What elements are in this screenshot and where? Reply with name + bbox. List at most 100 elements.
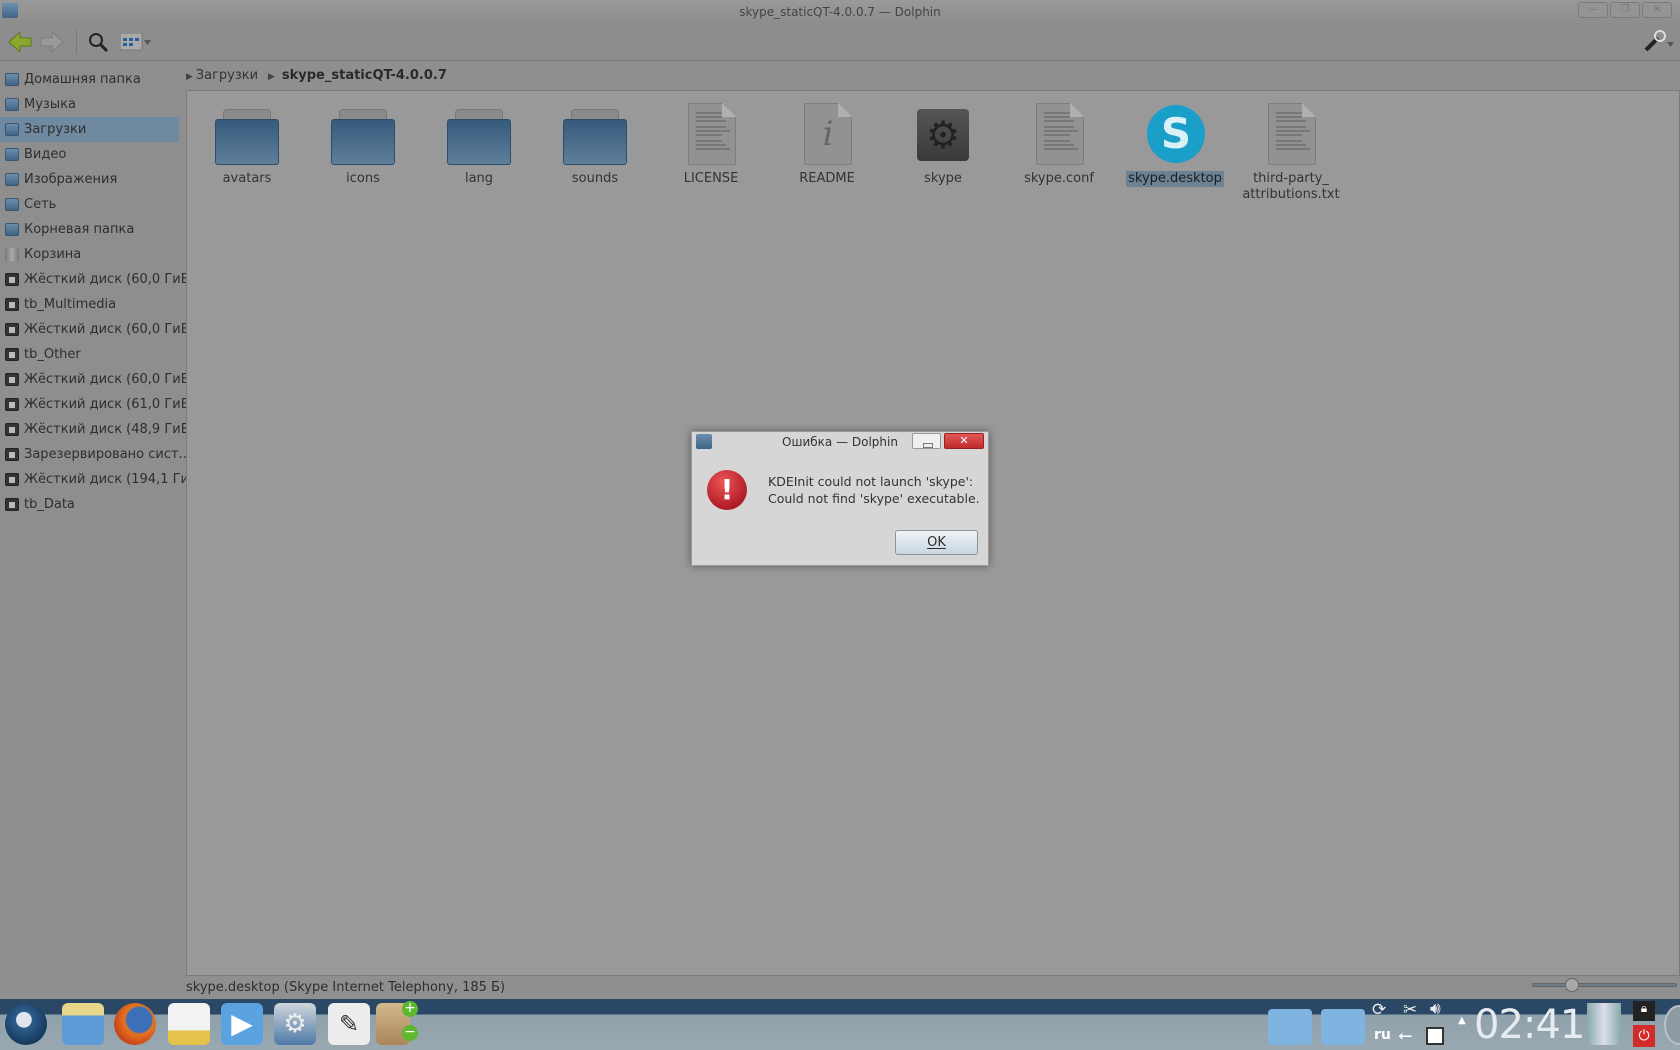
- dialog-title: Ошибка — Dolphin: [782, 435, 898, 449]
- mail-launcher-icon[interactable]: [168, 1003, 210, 1045]
- panel-toolbox-icon[interactable]: [1664, 1005, 1680, 1045]
- file-name: LICENSE: [683, 171, 739, 186]
- folder-icon: [561, 101, 629, 169]
- back-arrow-icon[interactable]: [8, 31, 32, 53]
- drive-icon: [5, 423, 19, 436]
- file-item[interactable]: third-party_ attributions.txt: [1236, 101, 1346, 203]
- sidebar-item[interactable]: Видео: [0, 142, 179, 167]
- status-bar: skype.desktop (Skype Internet Telephony,…: [186, 977, 1680, 999]
- sidebar-item-label: Домашняя папка: [24, 72, 141, 87]
- file-item[interactable]: ⚙ skype: [888, 101, 998, 187]
- network-folder-icon: [5, 198, 19, 211]
- file-item[interactable]: Sskype.desktop: [1120, 101, 1230, 187]
- skype-icon: S: [1141, 101, 1209, 169]
- file-item[interactable]: i README: [772, 101, 882, 187]
- file-item[interactable]: avatars: [192, 101, 302, 187]
- sidebar-item[interactable]: Жёсткий диск (60,0 ГиБ): [0, 267, 195, 292]
- lock-screen-icon[interactable]: 🔒︎: [1633, 1001, 1655, 1021]
- downloads-folder-icon[interactable]: [1321, 1009, 1365, 1045]
- zoom-slider-handle[interactable]: [1565, 978, 1579, 992]
- zoom-slider[interactable]: [1532, 983, 1677, 987]
- file-item[interactable]: lang: [424, 101, 534, 187]
- file-name-line: attributions.txt: [1242, 187, 1340, 202]
- breadcrumb-parent[interactable]: Загрузки: [196, 68, 258, 83]
- clock[interactable]: 02:41: [1474, 1002, 1585, 1048]
- sidebar-item[interactable]: Жёсткий диск (60,0 ГиБ): [0, 367, 195, 392]
- media-player-launcher-icon[interactable]: ▶: [221, 1003, 263, 1045]
- sidebar-item[interactable]: Музыка: [0, 92, 179, 117]
- sidebar-item-label: Видео: [24, 147, 67, 162]
- dialog-message-line: Could not find 'skype' executable.: [768, 491, 980, 506]
- sidebar-item-label: tb_Other: [24, 347, 81, 362]
- close-button[interactable]: ✕: [1642, 2, 1672, 18]
- view-mode-icon[interactable]: [120, 33, 152, 53]
- folder-icon: [445, 101, 513, 169]
- sidebar-item-label: Загрузки: [24, 122, 87, 137]
- file-item[interactable]: sounds: [540, 101, 650, 187]
- power-icon[interactable]: ⏻: [1633, 1025, 1655, 1047]
- home-folder-icon: [5, 73, 19, 86]
- sidebar-item[interactable]: Жёсткий диск (61,0 ГиБ): [0, 392, 195, 417]
- sidebar-item[interactable]: Загрузки: [0, 117, 179, 142]
- maximize-button[interactable]: ❐: [1610, 2, 1640, 18]
- file-name: icons: [346, 171, 380, 186]
- sidebar-item[interactable]: Жёсткий диск (60,0 ГиБ): [0, 317, 195, 342]
- usb-icon[interactable]: ⭠: [1398, 1025, 1412, 1046]
- drive-icon: [5, 273, 19, 286]
- trash-icon[interactable]: [1587, 1003, 1621, 1045]
- scissors-icon[interactable]: ✂: [1403, 1000, 1417, 1020]
- kickoff-launcher-icon[interactable]: [5, 1003, 47, 1045]
- file-item[interactable]: skype.conf: [1004, 101, 1114, 187]
- text-file-icon: [1025, 101, 1093, 169]
- taskbar-panel: ▶ ⚙ ✎ + − ⟳ ✂ 🔊︎ ru ⭠ ▲ 🔒︎ ⏻: [0, 999, 1680, 1050]
- sidebar-item-label: Жёсткий диск (194,1 ГиБ): [24, 472, 203, 487]
- sidebar-item[interactable]: Жёсткий диск (194,1 ГиБ): [0, 467, 203, 492]
- breadcrumb: ▶ Загрузки ▶ skype_staticQT-4.0.0.7: [186, 64, 447, 88]
- system-settings-launcher-icon[interactable]: ⚙: [274, 1003, 316, 1045]
- folder-icon: [5, 223, 19, 236]
- info-file-icon: i: [793, 101, 861, 169]
- file-item[interactable]: icons: [308, 101, 418, 187]
- sidebar-item[interactable]: tb_Other: [0, 342, 179, 367]
- sidebar-item-label: Музыка: [24, 97, 76, 112]
- drive-icon: [5, 448, 19, 461]
- dialog-minimize-button[interactable]: [912, 433, 941, 449]
- file-name: README: [799, 171, 855, 186]
- dolphin-launcher-icon[interactable]: [62, 1003, 104, 1045]
- settings-wrench-icon[interactable]: [1643, 30, 1675, 54]
- sidebar-item[interactable]: tb_Multimedia: [0, 292, 179, 317]
- keyboard-layout-indicator[interactable]: ru: [1374, 1027, 1391, 1043]
- network-icon[interactable]: [1426, 1027, 1444, 1045]
- video-folder-icon: [5, 148, 19, 161]
- file-item[interactable]: LICENSE: [656, 101, 766, 187]
- volume-icon[interactable]: 🔊︎: [1430, 999, 1441, 1019]
- dialog-message-line: KDEInit could not launch 'skype':: [768, 474, 974, 489]
- sidebar-item[interactable]: Корзина: [0, 242, 179, 267]
- window-title: skype_staticQT-4.0.0.7 — Dolphin: [739, 5, 941, 19]
- forward-arrow-icon[interactable]: [40, 31, 64, 53]
- sidebar-item[interactable]: Зарезервировано сист...: [0, 442, 191, 467]
- search-icon[interactable]: [87, 31, 109, 53]
- places-sidebar: Домашняя папка Музыка Загрузки Видео Изображ…: [0, 61, 203, 987]
- show-hidden-tray-icon[interactable]: ▲: [1458, 1015, 1466, 1026]
- package-manager-launcher-icon[interactable]: + −: [376, 1001, 418, 1045]
- sidebar-item[interactable]: Жёсткий диск (48,9 ГиБ): [0, 417, 195, 442]
- breadcrumb-current[interactable]: skype_staticQT-4.0.0.7: [282, 68, 447, 83]
- pictures-folder-icon: [5, 173, 19, 186]
- sidebar-item[interactable]: Изображения: [0, 167, 179, 192]
- ok-button[interactable]: OK: [895, 530, 978, 555]
- sidebar-item[interactable]: Сеть: [0, 192, 179, 217]
- breadcrumb-arrow-icon: ▶: [262, 72, 278, 82]
- firefox-launcher-icon[interactable]: [114, 1003, 156, 1045]
- sidebar-item[interactable]: Корневая папка: [0, 217, 179, 242]
- sync-icon[interactable]: ⟳: [1372, 1000, 1386, 1020]
- text-editor-launcher-icon[interactable]: ✎: [328, 1003, 370, 1045]
- dialog-close-button[interactable]: ✕: [944, 433, 984, 449]
- sidebar-item-label: Изображения: [24, 172, 118, 187]
- documents-folder-icon[interactable]: [1268, 1009, 1312, 1045]
- minimize-button[interactable]: —: [1578, 2, 1608, 18]
- sidebar-item-label: tb_Data: [24, 497, 75, 512]
- sidebar-item[interactable]: Домашняя папка: [0, 67, 179, 92]
- sidebar-item-label: Зарезервировано сист...: [24, 447, 191, 462]
- sidebar-item[interactable]: tb_Data: [0, 492, 179, 517]
